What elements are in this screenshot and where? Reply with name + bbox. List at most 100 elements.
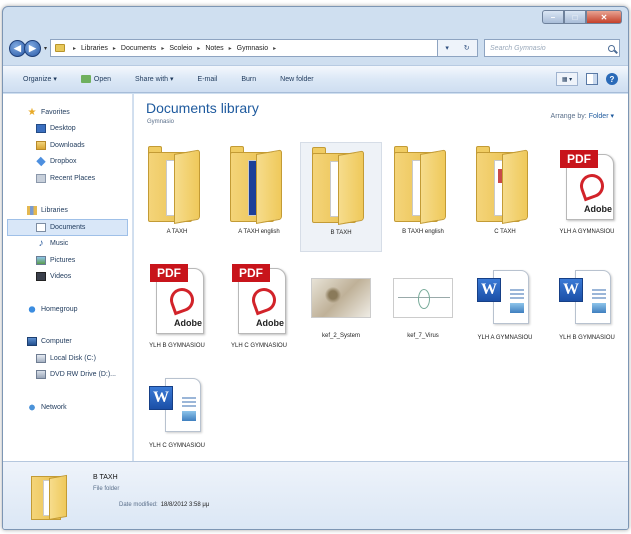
breadcrumb-scoleio[interactable]: Scoleio [169,45,192,52]
refresh-icon[interactable]: ↻ [464,44,470,52]
address-dropdown-icon[interactable]: ▾ [445,44,449,52]
nav-dvd-drive[interactable]: DVD RW Drive (D:)... [3,367,132,384]
desktop-icon [36,124,46,134]
search-icon[interactable] [608,44,615,52]
address-bar[interactable]: ▸ Libraries ▸ Documents ▸ Scoleio ▸ Note… [50,39,439,57]
breadcrumb-notes[interactable]: Notes [205,45,223,52]
nav-homegroup[interactable]: Homegroup [3,301,132,318]
nav-documents[interactable]: Documents [7,219,128,236]
minimize-button[interactable]: – [542,10,564,24]
file-item-b-taxh[interactable]: B TAXH [300,142,382,252]
image-thumbnail [393,278,453,318]
file-item-ylh-a-pdf[interactable]: PDF Adobe YLH A GYMNASIOU [546,142,628,252]
file-item-b-taxh-english[interactable]: B TAXH english [382,142,464,252]
file-item-a-taxh-english[interactable]: A TAXH english [218,142,300,252]
documents-icon [36,222,46,232]
downloads-icon [36,140,46,150]
maximize-button[interactable]: □ [564,10,586,24]
folder-icon [55,44,66,52]
details-name: B TAXH [93,474,118,481]
change-view-icon[interactable]: ▦ ▾ [556,72,578,86]
details-pane: B TAXH File folder Date modified: 18/8/20… [3,461,628,529]
nav-downloads[interactable]: Downloads [3,137,132,154]
nav-local-disk[interactable]: Local Disk (C:) [3,350,132,367]
file-item-ylh-b-pdf[interactable]: PDF Adobe YLH B GYMNASIOU [136,256,218,366]
nav-music[interactable]: ♪ Music [3,236,132,253]
organize-button[interactable]: Organize ▾ [23,75,57,83]
word-document-icon: W [559,270,615,330]
arrange-by-dropdown[interactable]: Folder ▾ [589,113,614,120]
file-label: kef_2_System [321,333,361,339]
file-item-c-taxh[interactable]: C TAXH [464,142,546,252]
file-label: YLH A GYMNASIOU [477,335,533,341]
file-label: B TAXH [330,230,352,236]
homegroup-icon [27,304,37,314]
file-label: YLH A GYMNASIOU [559,229,615,235]
library-title: Documents library [146,100,259,116]
folder-icon [312,147,370,225]
file-label: A TAXH english [238,229,280,235]
search-input[interactable]: Search Gymnasio [484,39,620,57]
command-bar: Organize ▾ Open Share with ▾ E-mail Burn… [3,65,628,93]
library-subtitle: Gymnasio [147,119,175,125]
file-item-kef-7-virus[interactable]: kef_7_Virus [382,256,464,366]
file-label: YLH B GYMNASIOU [149,343,205,349]
file-label: C TAXH [494,229,516,235]
file-item-a-taxh[interactable]: A TAXH [136,142,218,252]
file-item-kef-2-system[interactable]: kef_2_System [300,256,382,366]
nav-desktop[interactable]: Desktop [3,121,132,138]
share-with-button[interactable]: Share with ▾ [135,75,174,83]
breadcrumb-documents[interactable]: Documents [121,45,156,52]
file-item-ylh-b-doc[interactable]: W YLH B GYMNASIOU [546,256,628,366]
file-item-ylh-c-doc[interactable]: W YLH C GYMNASIOU [136,364,218,474]
word-document-icon: W [477,270,533,330]
breadcrumb-libraries[interactable]: Libraries [81,45,108,52]
window-controls: – □ ✕ [542,10,622,24]
breadcrumb-gymnasio[interactable]: Gymnasio [237,45,269,52]
open-button[interactable]: Open [80,75,111,83]
folder-icon [31,472,71,520]
nav-favorites[interactable]: ★ Favorites [3,104,132,121]
local-disk-icon [36,353,46,363]
dropbox-icon [36,157,46,167]
file-item-ylh-c-pdf[interactable]: PDF Adobe YLH C GYMNASIOU [218,256,300,366]
nav-dropbox[interactable]: Dropbox [3,154,132,171]
navigation-pane: ★ Favorites Desktop Downloads Dropbox Rec… [3,94,133,462]
word-document-icon: W [149,378,205,438]
nav-libraries[interactable]: Libraries [3,203,132,220]
help-icon[interactable]: ? [606,73,618,85]
explorer-window: – □ ✕ ◀ ▶ ▾ ▸ Libraries ▸ Documents ▸ Sc… [2,6,629,530]
pictures-icon [36,255,46,265]
nav-recent-places[interactable]: Recent Places [3,170,132,187]
forward-button[interactable]: ▶ [24,39,41,57]
star-icon: ★ [27,106,37,118]
folder-icon [230,146,288,224]
nav-videos[interactable]: Videos [3,269,132,286]
file-item-ylh-a-doc[interactable]: W YLH A GYMNASIOU [464,256,546,366]
email-button[interactable]: E-mail [198,76,218,83]
network-icon [27,402,37,412]
close-button[interactable]: ✕ [586,10,622,24]
pdf-icon: PDF Adobe [144,260,210,338]
arrange-by: Arrange by: Folder ▾ [550,113,614,120]
search-placeholder: Search Gymnasio [490,44,546,52]
pdf-icon: PDF Adobe [226,260,292,338]
nav-computer[interactable]: Computer [3,334,132,351]
recent-pages-dropdown[interactable]: ▾ [44,45,47,52]
content-pane: Documents library Gymnasio Arrange by: F… [134,94,628,462]
file-label: kef_7_Virus [407,333,439,339]
nav-pictures[interactable]: Pictures [3,252,132,269]
details-type: File folder [93,486,120,492]
music-icon: ♪ [38,238,44,250]
open-icon [80,75,91,83]
videos-icon [36,272,46,282]
computer-icon [27,337,37,347]
file-label: YLH B GYMNASIOU [559,335,615,341]
burn-button[interactable]: Burn [241,76,256,83]
new-folder-button[interactable]: New folder [280,76,313,83]
recent-places-icon [36,173,46,183]
nav-network[interactable]: Network [3,399,132,416]
details-date-modified: Date modified: 18/8/2012 3:58 μμ [119,502,210,508]
preview-pane-icon[interactable] [586,73,598,85]
image-thumbnail [311,278,371,318]
